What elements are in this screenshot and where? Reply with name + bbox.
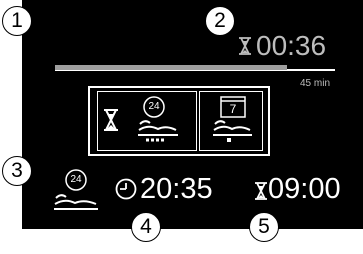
hourglass-icon (238, 37, 252, 60)
callout-1: 1 (2, 6, 32, 36)
clock-time: 20:35 (140, 173, 213, 205)
timer-24h-bed-icon: 24 (52, 168, 100, 216)
hourglass-icon (254, 182, 268, 205)
callout-5: 5 (249, 212, 279, 242)
badge-24: 24 (148, 101, 160, 112)
timer-24h-bed-icon: 24 (132, 94, 182, 146)
weekly-bed-icon: 7 (210, 94, 254, 146)
duration-label: 45 min (300, 78, 331, 89)
callout-4: 4 (131, 212, 161, 242)
badge-7: 7 (229, 102, 237, 116)
badge-24: 24 (70, 174, 82, 185)
end-time: 09:00 (268, 173, 341, 205)
callout-3: 3 (2, 156, 32, 186)
hourglass-icon (103, 109, 119, 136)
clock-icon (115, 178, 137, 205)
progress-fill (55, 65, 287, 70)
callout-2: 2 (205, 6, 235, 36)
remaining-time: 00:36 (256, 30, 327, 61)
